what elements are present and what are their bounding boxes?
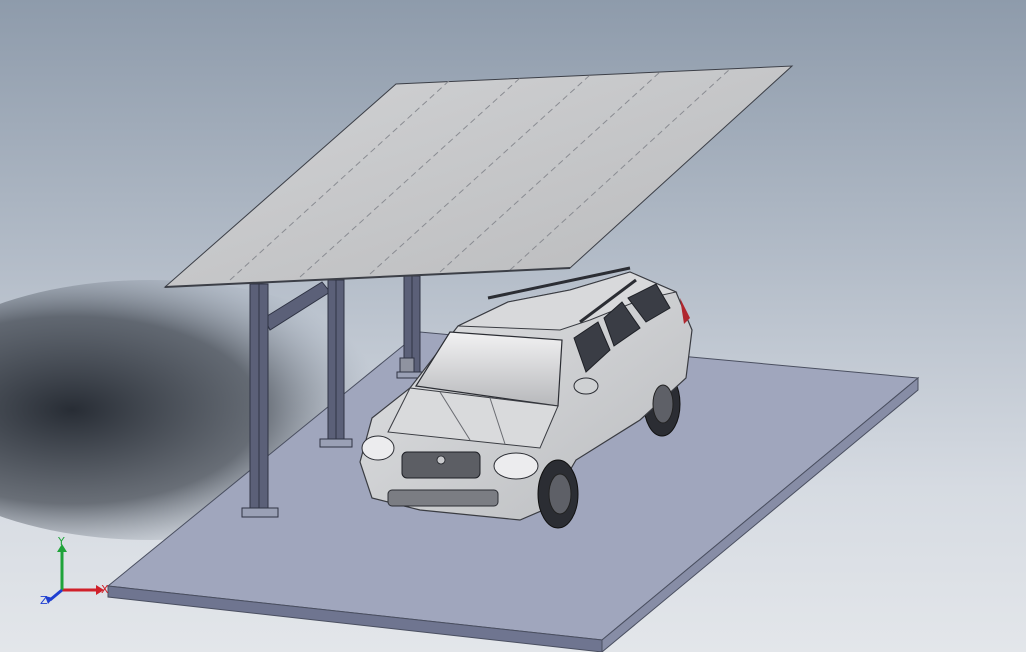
headlight-left [361, 435, 395, 461]
triad-y-label: Y [57, 535, 65, 548]
solar-canopy[interactable] [163, 65, 794, 288]
lower-grille [387, 489, 499, 507]
side-mirror [573, 377, 599, 395]
graphics-viewport[interactable]: X Y Z [0, 0, 1026, 652]
brand-emblem [436, 455, 446, 465]
triad-x-label: X [101, 583, 109, 596]
mount-bracket [399, 357, 415, 373]
coordinate-triad[interactable]: X Y Z [40, 535, 109, 607]
triad-z-label: Z [40, 594, 48, 607]
headlight-right [493, 452, 539, 480]
model-scene[interactable]: X Y Z [0, 0, 1026, 652]
